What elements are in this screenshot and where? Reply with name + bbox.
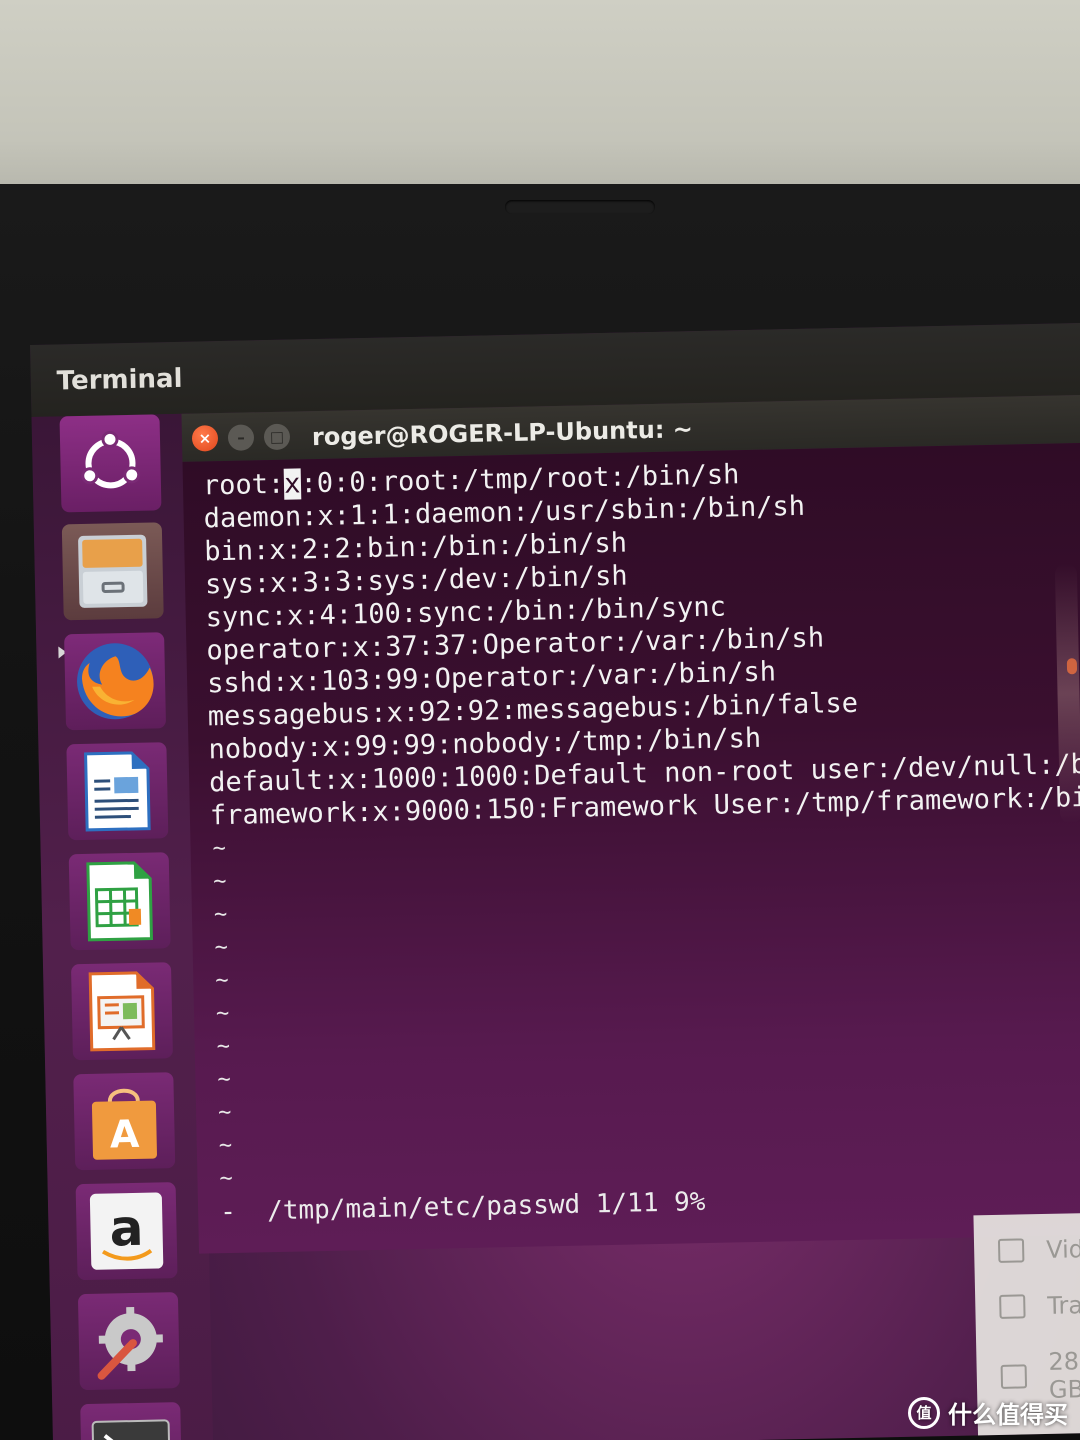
empty-line-tilde: ~ <box>213 901 228 928</box>
amazon-icon: a <box>89 1192 164 1270</box>
terminal-icon <box>91 1419 171 1440</box>
line-prefix: root: <box>202 468 285 502</box>
launcher-files[interactable] <box>61 522 164 621</box>
settings-wrench-icon <box>97 1307 163 1380</box>
wall-background <box>0 0 1080 200</box>
empty-line-tilde: ~ <box>219 1165 234 1192</box>
drive-icon <box>1000 1364 1027 1389</box>
window-title: roger@ROGER-LP-Ubuntu: ~ <box>311 415 694 452</box>
writer-document-icon <box>84 751 151 832</box>
close-icon: × <box>198 429 212 448</box>
svg-text:a: a <box>109 1199 144 1258</box>
screen: Terminal A a × – □ roger@ROGER-LP-Ubuntu… <box>30 322 1080 1440</box>
launcher-libreoffice-calc[interactable] <box>68 852 171 951</box>
empty-line-tilde: ~ <box>214 934 229 961</box>
firefox-icon <box>77 643 154 720</box>
app-title: Terminal <box>56 363 183 397</box>
shopping-bag-icon: A <box>91 1088 157 1160</box>
empty-line-tilde: ~ <box>217 1066 231 1093</box>
text-cursor: x <box>283 468 301 500</box>
launcher-software-center[interactable]: A <box>73 1072 176 1171</box>
launcher-terminal[interactable] <box>80 1402 183 1440</box>
maximize-icon: □ <box>269 427 285 446</box>
launcher-firefox[interactable] <box>64 632 167 731</box>
maximize-button[interactable]: □ <box>263 423 291 451</box>
status-percent: 9% <box>673 1187 706 1218</box>
launcher-libreoffice-writer[interactable] <box>66 742 169 841</box>
launcher-amazon[interactable]: a <box>75 1182 178 1281</box>
empty-line-tilde: ~ <box>215 1000 230 1027</box>
places-item-videos[interactable]: Video <box>997 1234 1080 1265</box>
places-item-label: Video <box>1045 1234 1080 1264</box>
calc-spreadsheet-icon <box>86 861 153 942</box>
status-file: /tmp/main/etc/passwd <box>266 1189 581 1227</box>
empty-line-tilde: ~ <box>215 967 229 994</box>
trash-icon <box>999 1294 1026 1319</box>
empty-line-tilde: ~ <box>213 869 227 895</box>
minimize-button[interactable]: – <box>227 424 255 451</box>
video-icon <box>997 1238 1025 1263</box>
watermark: 值 什么值得买 <box>908 1395 1068 1430</box>
svg-text:A: A <box>109 1112 140 1157</box>
screen-glare <box>1054 563 1080 824</box>
file-cabinet-icon <box>78 534 148 608</box>
empty-line-tilde: ~ <box>218 1132 233 1159</box>
screen-glare-dot <box>1066 658 1078 675</box>
terminal-body[interactable]: root:x:0:0:root:/tmp/root:/bin/sh daemon… <box>182 442 1080 1254</box>
watermark-text: 什么值得买 <box>948 1401 1068 1429</box>
ubuntu-logo-icon <box>81 430 141 489</box>
places-item-label: Trash <box>1047 1290 1080 1320</box>
launcher-system-settings[interactable] <box>77 1292 180 1391</box>
launcher-libreoffice-impress[interactable] <box>70 962 173 1061</box>
terminal-window: × – □ roger@ROGER-LP-Ubuntu: ~ root:x:0:… <box>181 394 1080 1254</box>
photo: Terminal A a × – □ roger@ROGER-LP-Ubuntu… <box>0 0 1080 1440</box>
status-prefix: - <box>219 1196 237 1228</box>
status-position: 1/11 <box>595 1188 659 1220</box>
empty-line-tilde: ~ <box>216 1033 231 1060</box>
bezel-notch <box>505 200 655 214</box>
watermark-logo: 值 <box>908 1396 940 1429</box>
close-button[interactable]: × <box>191 425 219 452</box>
empty-line-tilde: ~ <box>212 836 227 862</box>
minimize-icon: – <box>237 428 245 447</box>
impress-presentation-icon <box>88 971 156 1052</box>
launcher-dash-home[interactable] <box>59 414 162 513</box>
pager-status-line: - /tmp/main/etc/passwd 1/11 9% <box>220 1187 706 1227</box>
places-item-trash[interactable]: Trash <box>999 1291 1080 1321</box>
empty-line-tilde: ~ <box>217 1099 232 1126</box>
